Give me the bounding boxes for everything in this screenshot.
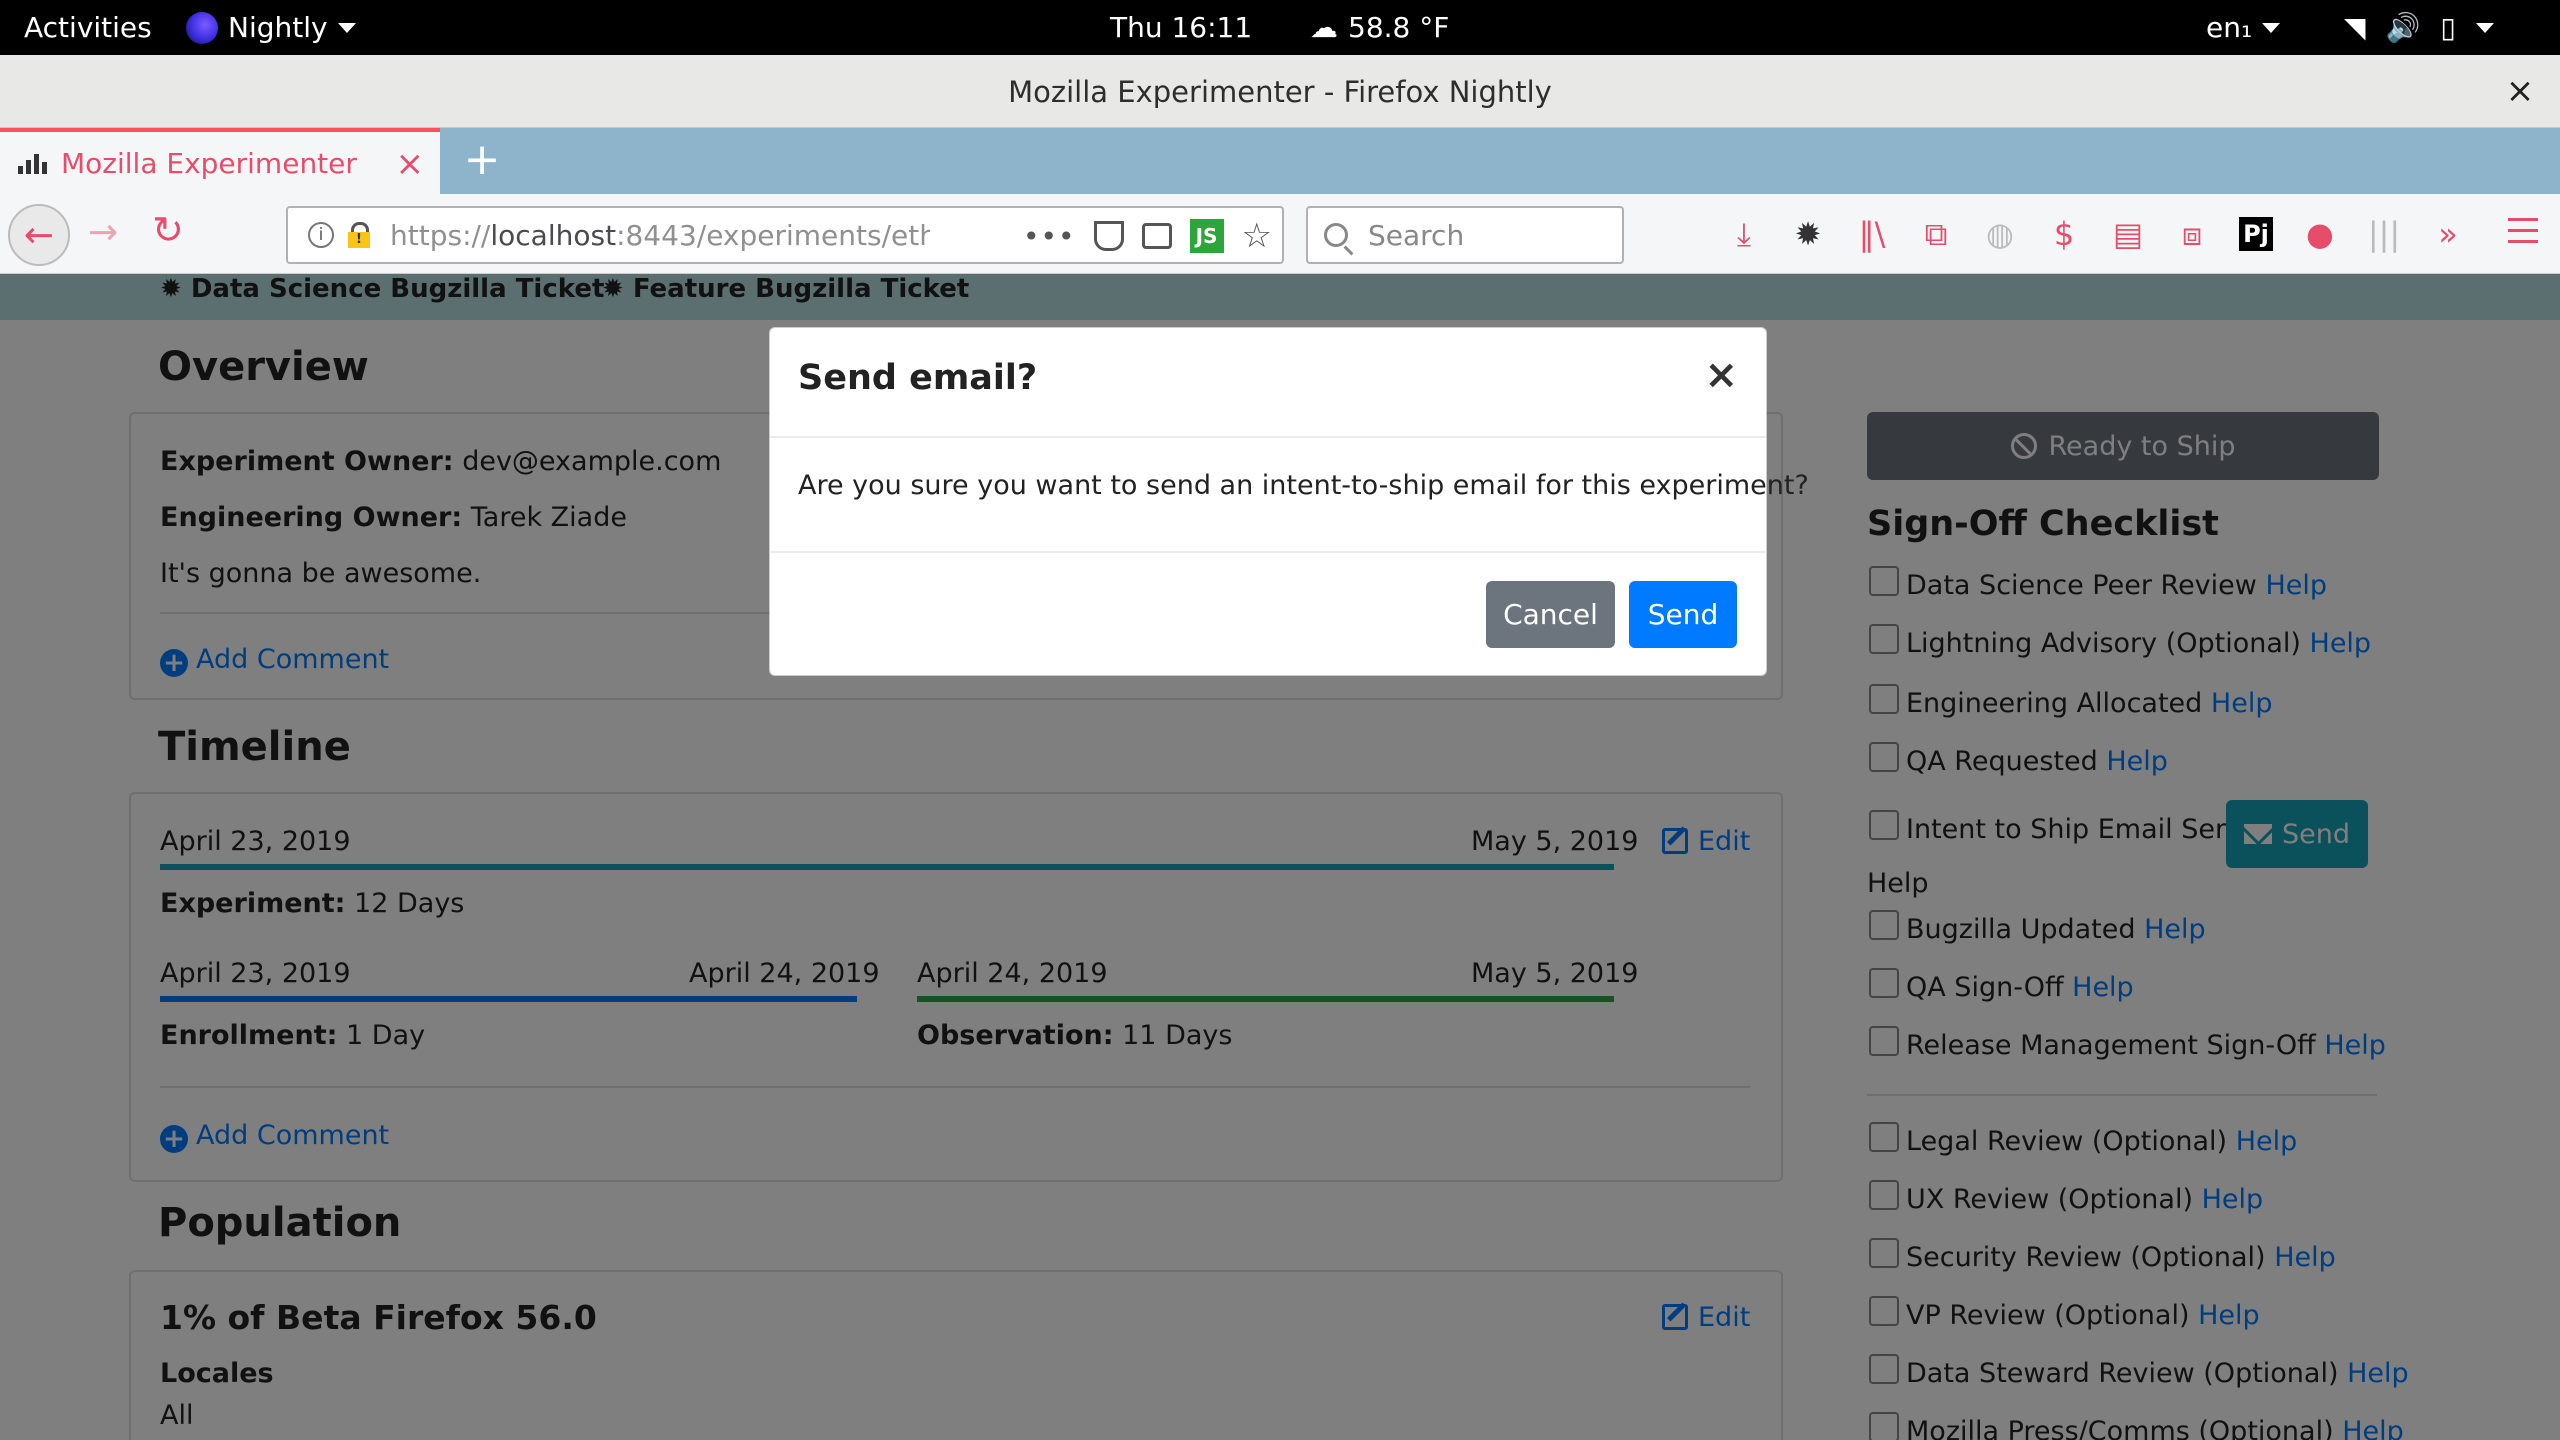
page-actions-icon[interactable]: •••: [1023, 220, 1076, 253]
clock-label: Thu 16:11: [1110, 11, 1253, 44]
wifi-icon: ◥: [2344, 11, 2366, 44]
money-extension-icon[interactable]: $: [2042, 212, 2086, 256]
bug-extension-icon[interactable]: ✹: [1786, 212, 1830, 256]
modal-body-text: Are you sure you want to send an intent-…: [798, 470, 1809, 501]
sync-tabs-icon[interactable]: ⧈: [2170, 212, 2214, 256]
chevron-down-icon: [2262, 22, 2281, 33]
send-button[interactable]: Send: [1629, 581, 1737, 648]
system-menu[interactable]: ◥ 🔊 ▯: [2344, 0, 2494, 55]
search-placeholder: Search: [1368, 218, 1465, 252]
activities-button[interactable]: Activities: [24, 0, 152, 55]
pocket-icon[interactable]: [1093, 221, 1124, 251]
barcode-extension-icon[interactable]: |||: [2362, 212, 2406, 256]
download-icon[interactable]: ⤓: [1722, 212, 1766, 256]
clock[interactable]: Thu 16:11: [1110, 0, 1252, 55]
account-icon[interactable]: ●: [2298, 212, 2342, 256]
bookmark-star-icon[interactable]: ☆: [1242, 216, 1272, 256]
url-scheme: https://: [390, 218, 491, 252]
tab-close-icon[interactable]: ×: [396, 144, 425, 184]
chart-favicon-icon: [18, 152, 47, 174]
navigation-toolbar: ← → ↻ i https://localhost:8443/experimen…: [0, 194, 2560, 274]
pj-extension-icon[interactable]: Pj: [2234, 212, 2278, 256]
url-text[interactable]: https://localhost:8443/experiments/ethan: [390, 219, 930, 252]
volume-icon: 🔊: [2385, 11, 2421, 44]
url-bar[interactable]: i https://localhost:8443/experiments/eth…: [286, 206, 1284, 264]
chevron-down-icon: [337, 22, 356, 33]
screenshot-icon[interactable]: ⧉: [1914, 212, 1958, 256]
keyboard-layout[interactable]: en₁: [2206, 0, 2281, 55]
modal-footer: Cancel Send: [770, 551, 1766, 677]
tab-mozilla-experimenter[interactable]: Mozilla Experimenter ×: [0, 128, 440, 194]
weather-icon: ☁: [1310, 11, 1338, 44]
toolbar-icons: ⤓ ✹ ‖\ ⧉ ◍ $ ▤ ⧈ Pj ● ||| »: [1722, 212, 2470, 256]
close-icon[interactable]: ×: [1704, 352, 1738, 398]
weather-label: 58.8 °F: [1348, 11, 1450, 44]
cancel-button[interactable]: Cancel: [1486, 581, 1615, 648]
menu-hamburger-icon[interactable]: [2508, 218, 2538, 251]
chevron-down-icon: [2475, 22, 2494, 33]
modal-header: Send email? ×: [770, 328, 1766, 438]
url-actions: ••• JS ☆: [1023, 216, 1272, 256]
back-arrow-icon[interactable]: ←: [8, 204, 70, 266]
insecure-lock-icon[interactable]: [348, 222, 370, 248]
modal-title: Send email?: [798, 358, 1038, 398]
new-tab-icon[interactable]: +: [462, 132, 502, 188]
search-bar[interactable]: Search: [1306, 206, 1624, 264]
nightly-logo-icon: [186, 11, 218, 44]
container-extension-icon[interactable]: ▤: [2106, 212, 2150, 256]
keyboard-layout-label: en₁: [2206, 11, 2253, 44]
reload-icon[interactable]: ↻: [152, 208, 184, 252]
window-titlebar: Mozilla Experimenter - Firefox Nightly ×: [0, 55, 2560, 128]
reader-view-icon[interactable]: [1141, 223, 1172, 249]
url-path: :8443/experiments/ethan: [616, 218, 930, 252]
search-icon: [1324, 223, 1348, 247]
app-menu-label: Nightly: [228, 11, 328, 44]
weather[interactable]: ☁ 58.8 °F: [1310, 0, 1449, 55]
gnome-top-bar: Activities Nightly Thu 16:11 ☁ 58.8 °F e…: [0, 0, 2560, 55]
library-icon[interactable]: ‖\: [1850, 212, 1894, 256]
tab-title: Mozilla Experimenter: [61, 146, 357, 180]
tab-strip: Mozilla Experimenter × +: [0, 128, 2560, 194]
info-icon[interactable]: i: [308, 222, 334, 248]
window-title: Mozilla Experimenter - Firefox Nightly: [1008, 74, 1552, 109]
forward-arrow-icon[interactable]: →: [88, 212, 118, 253]
send-email-modal: Send email? × Are you sure you want to s…: [769, 327, 1809, 677]
url-host: localhost: [490, 218, 617, 252]
extension-disabled-icon[interactable]: ◍: [1978, 212, 2022, 256]
app-menu[interactable]: Nightly: [186, 0, 356, 55]
js-extension-icon[interactable]: JS: [1189, 219, 1224, 253]
window-close-icon[interactable]: ×: [2502, 73, 2538, 109]
battery-icon: ▯: [2440, 11, 2456, 44]
overflow-chevron-icon[interactable]: »: [2426, 212, 2470, 256]
activities-label: Activities: [24, 11, 152, 44]
